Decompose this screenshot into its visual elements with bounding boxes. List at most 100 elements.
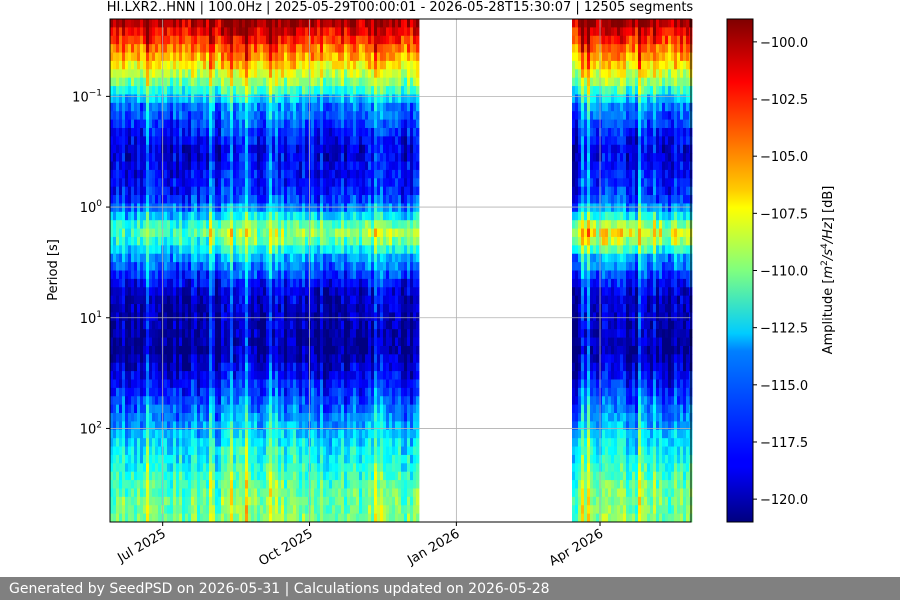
heatmap-cell [287,354,291,364]
heatmap-cell [116,505,120,515]
heatmap-cell [143,245,147,255]
heatmap-cell [110,77,114,87]
heatmap-cell [257,127,261,137]
heatmap-cell [125,329,129,338]
heatmap-cell [113,27,117,37]
heatmap-cell [125,396,129,406]
heatmap-cell [299,287,303,297]
heatmap-cell [143,119,147,129]
heatmap-cell [209,52,213,62]
heatmap-cell [131,362,135,372]
heatmap-cell [251,127,255,137]
heatmap-cell [329,454,333,464]
heatmap-cell [206,278,210,288]
heatmap-cell [296,262,300,271]
heatmap-cell [176,429,180,439]
heatmap-cell [179,362,183,372]
heatmap-cell [293,111,297,120]
heatmap-cell [167,262,171,271]
heatmap-cell [116,320,120,330]
heatmap-cell [122,438,126,447]
heatmap-cell [182,136,186,146]
heatmap-cell [224,161,228,171]
heatmap-cell [248,77,252,87]
heatmap-cell [260,421,264,431]
heatmap-cell [218,454,222,464]
heatmap-cell [287,396,291,406]
heatmap-cell [356,77,360,87]
heatmap-cell [317,245,321,255]
heatmap-cell [347,496,351,506]
heatmap-cell [164,404,168,414]
heatmap-cell [236,69,240,79]
heatmap-cell [152,203,156,213]
heatmap-cell [245,480,249,489]
heatmap-cell [248,186,252,196]
heatmap-cell [212,19,216,28]
heatmap-cell [347,287,351,297]
heatmap-cell [185,505,189,515]
heatmap-cell [317,387,321,397]
heatmap-cell [242,253,246,263]
heatmap-cell [200,438,204,447]
heatmap-cell [284,262,288,271]
heatmap-cell [242,287,246,297]
heatmap-cell [152,111,156,120]
heatmap-cell [236,144,240,154]
heatmap-cell [140,102,144,112]
heatmap-cell [143,153,147,162]
heatmap-cell [278,136,282,146]
heatmap-cell [311,488,315,498]
heatmap-cell [113,396,117,406]
heatmap-cell [350,354,354,364]
heatmap-cell [356,312,360,322]
heatmap-cell [338,102,342,112]
heatmap-cell [329,27,333,37]
heatmap-cell [350,77,354,87]
heatmap-cell [203,153,207,162]
heatmap-cell [212,144,216,154]
heatmap-cell [323,60,327,70]
heatmap-cell [164,102,168,112]
heatmap-cell [185,220,189,229]
heatmap-cell [158,236,162,246]
heatmap-cell [266,354,270,364]
heatmap-cell [320,19,324,28]
heatmap-cell [236,304,240,313]
heatmap-cell [113,203,117,213]
heatmap-cell [335,446,339,456]
heatmap-cell [233,86,237,95]
heatmap-cell [110,480,114,489]
heatmap-cell [356,345,360,355]
heatmap-cell [353,228,357,238]
heatmap-cell [167,337,171,347]
heatmap-cell [245,153,249,162]
heatmap-cell [335,337,339,347]
heatmap-cell [350,253,354,263]
heatmap-cell [248,270,252,280]
heatmap-cell [227,287,231,297]
heatmap-cell [323,111,327,120]
heatmap-cell [170,371,174,380]
heatmap-cell [284,496,288,506]
heatmap-cell [305,44,309,53]
heatmap-cell [212,505,216,515]
heatmap-cell [299,136,303,146]
heatmap-cell [212,287,216,297]
heatmap-cell [194,513,198,523]
heatmap-cell [110,220,114,229]
heatmap-cell [158,278,162,288]
heatmap-cell [191,287,195,297]
heatmap-cell [131,220,135,229]
heatmap-cell [140,119,144,129]
heatmap-cell [257,228,261,238]
heatmap-cell [158,111,162,120]
heatmap-cell [245,270,249,280]
heatmap-cell [248,203,252,213]
heatmap-cell [197,488,201,498]
heatmap-cell [269,421,273,431]
heatmap-cell [356,153,360,162]
heatmap-cell [128,387,132,397]
heatmap-cell [185,44,189,53]
heatmap-cell [329,52,333,62]
